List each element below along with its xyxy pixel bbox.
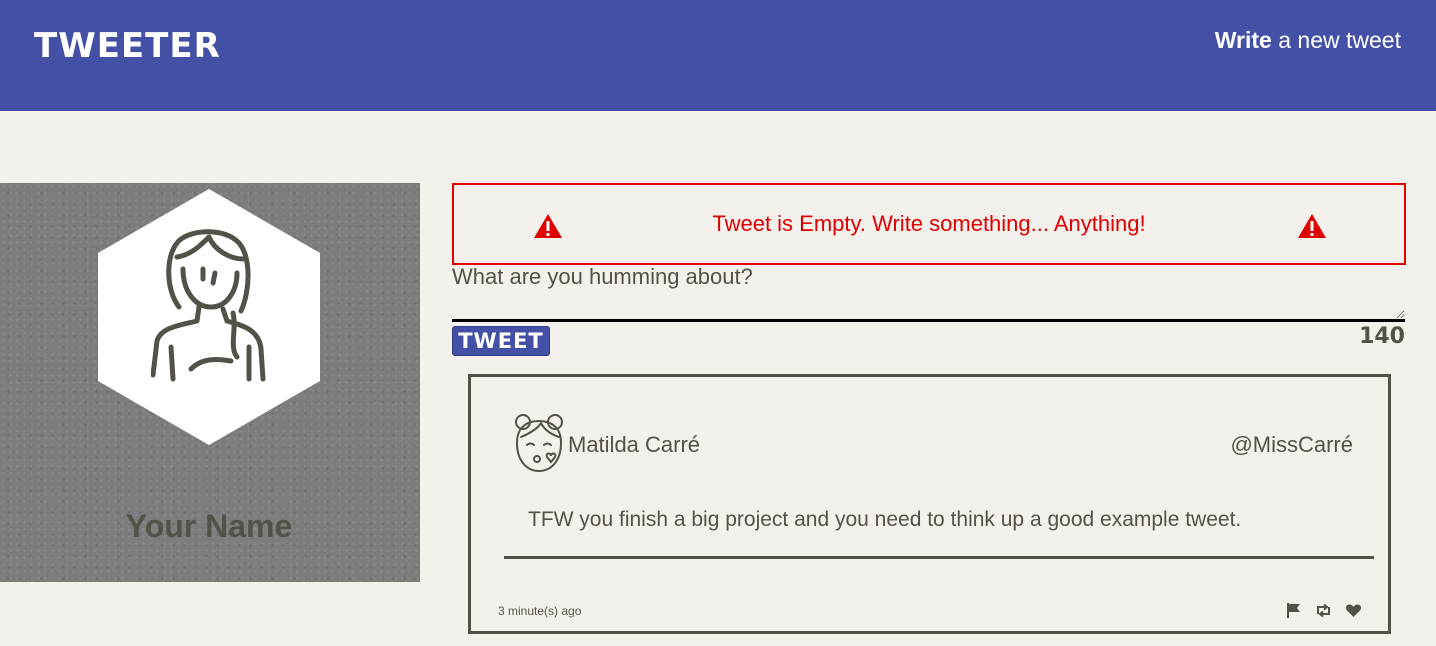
retweet-icon[interactable] — [1315, 602, 1332, 619]
avatar-icon — [151, 229, 266, 382]
compose-link-text: a new tweet — [1278, 27, 1401, 53]
tweet-button[interactable]: TWEET — [452, 326, 550, 356]
brand-logo: TWEETER — [34, 26, 221, 66]
tweet-divider — [504, 556, 1374, 559]
tweet-text: TFW you finish a big project and you nee… — [528, 508, 1242, 531]
character-counter: 140 — [1359, 324, 1405, 349]
profile-card: Your Name — [0, 183, 420, 582]
tweet-textarea[interactable] — [452, 262, 1405, 322]
avatar-hexagon — [98, 189, 320, 445]
tweet-timestamp: 3 minute(s) ago — [498, 604, 582, 618]
tweet-card: Matilda Carré @MissCarré TFW you finish … — [468, 374, 1391, 634]
compose-link-bold: Write — [1214, 27, 1272, 53]
flag-icon[interactable] — [1285, 602, 1302, 619]
navbar: TWEETER Write a new tweet — [0, 0, 1436, 111]
error-message-box: Tweet is Empty. Write something... Anyth… — [452, 183, 1406, 265]
heart-icon[interactable] — [1345, 602, 1362, 619]
tweet-author-name: Matilda Carré — [568, 432, 701, 457]
tweet-author-handle: @MissCarré — [1230, 432, 1353, 457]
author-avatar-icon — [515, 414, 563, 473]
error-message: Tweet is Empty. Write something... Anyth… — [712, 211, 1146, 236]
tweet-actions — [1285, 602, 1362, 619]
warning-triangle-icon — [1298, 214, 1326, 238]
profile-name: Your Name — [125, 508, 293, 544]
write-new-tweet-link[interactable]: Write a new tweet — [1215, 27, 1401, 54]
